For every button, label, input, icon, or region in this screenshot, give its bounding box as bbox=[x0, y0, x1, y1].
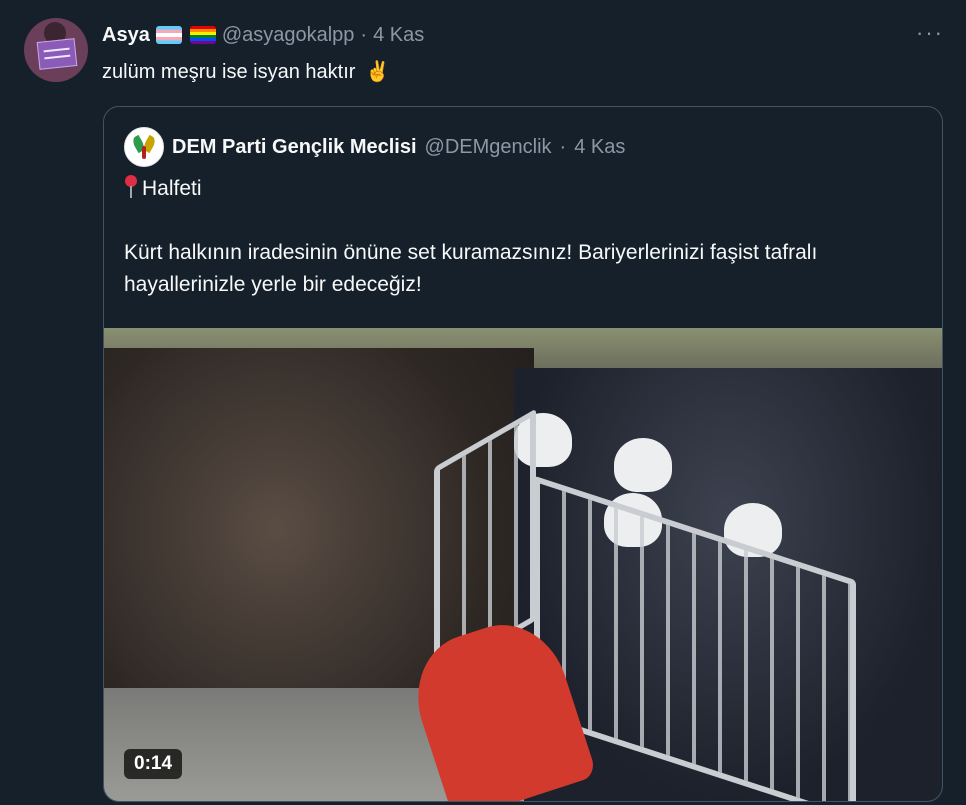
tweet-header: Asya @asyagokalpp · 4 Kas bbox=[102, 22, 424, 48]
quoted-author-handle[interactable]: @DEMgenclik bbox=[425, 136, 552, 159]
logo-stem bbox=[142, 146, 146, 159]
quoted-tweet-date[interactable]: 4 Kas bbox=[574, 136, 625, 159]
author-name[interactable]: Asya bbox=[102, 24, 150, 47]
avatar-sign bbox=[36, 38, 78, 70]
rainbow-flag-icon bbox=[189, 26, 216, 44]
video-player[interactable]: 0:14 bbox=[104, 328, 942, 801]
video-duration: 0:14 bbox=[124, 749, 183, 779]
quoted-header-separator: · bbox=[559, 135, 567, 158]
quoted-tweet-text: Kürt halkının iradesinin önüne set kuram… bbox=[124, 241, 818, 296]
header-separator: · bbox=[360, 23, 368, 46]
location-line: Halfeti bbox=[124, 173, 924, 205]
author-avatar[interactable] bbox=[24, 18, 88, 82]
more-options-icon[interactable]: ··· bbox=[916, 20, 944, 46]
victory-hand-emoji: ✌️ bbox=[364, 61, 390, 83]
quoted-author-avatar[interactable] bbox=[124, 127, 164, 167]
location-pin-icon bbox=[124, 175, 138, 199]
tweet-text: zulüm meşru ise isyan haktır ✌️ bbox=[102, 58, 390, 86]
tweet-text-content: zulüm meşru ise isyan haktır bbox=[102, 61, 356, 83]
tweet[interactable]: Asya @asyagokalpp · 4 Kas ··· zulüm meşr… bbox=[0, 0, 966, 805]
quoted-tweet[interactable]: DEM Parti Gençlik Meclisi @DEMgenclik · … bbox=[103, 106, 943, 802]
quoted-author-name[interactable]: DEM Parti Gençlik Meclisi bbox=[172, 136, 417, 159]
tweet-date[interactable]: 4 Kas bbox=[373, 24, 424, 47]
video-helmet bbox=[614, 438, 672, 492]
quoted-tweet-body: Halfeti Kürt halkının iradesinin önüne s… bbox=[124, 173, 924, 301]
author-handle[interactable]: @asyagokalpp bbox=[222, 24, 355, 47]
quoted-tweet-header: DEM Parti Gençlik Meclisi @DEMgenclik · … bbox=[124, 127, 625, 167]
location-text: Halfeti bbox=[142, 177, 202, 200]
transgender-flag-icon bbox=[155, 26, 182, 44]
